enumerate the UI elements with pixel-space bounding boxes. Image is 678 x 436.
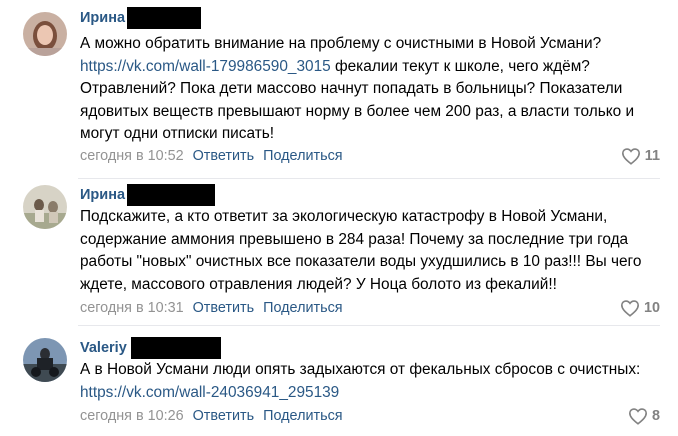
- redacted-surname: [130, 337, 221, 359]
- comment-text-part: Подскажите, а кто ответит за экологическ…: [80, 208, 646, 293]
- comment-meta: сегодня в 10:52 Ответить Поделиться: [80, 146, 343, 166]
- comment-link[interactable]: https://vk.com/wall-179986590_3015: [80, 58, 331, 75]
- like-count: 8: [651, 408, 660, 424]
- heart-outline-icon: [628, 408, 647, 425]
- like-button[interactable]: 11: [621, 146, 660, 166]
- comment-text: А в Новой Усмани люди опять задыхаются о…: [80, 359, 660, 404]
- comment-text-part: А в Новой Усмани люди опять задыхаются о…: [80, 361, 645, 378]
- avatar-irina-1[interactable]: [23, 12, 67, 56]
- reply-button[interactable]: Ответить: [193, 148, 255, 164]
- comment-text-part: А можно обратить внимание на проблему с …: [80, 35, 602, 52]
- comment-meta: сегодня в 10:26 Ответить Поделиться: [80, 406, 343, 426]
- avatar-image: [23, 338, 67, 382]
- comment-1: Ирина А можно обратить внимание на пробл…: [0, 0, 678, 178]
- comment-date[interactable]: сегодня в 10:52: [80, 148, 184, 164]
- comment-text: А можно обратить внимание на проблему с …: [80, 33, 660, 146]
- redacted-surname: [127, 184, 216, 206]
- like-button[interactable]: 10: [620, 298, 660, 318]
- like-button[interactable]: 8: [628, 406, 660, 426]
- heart-outline-icon: [621, 148, 640, 165]
- share-button[interactable]: Поделиться: [263, 408, 342, 424]
- author-name[interactable]: Ирина: [80, 185, 125, 205]
- comment-date[interactable]: сегодня в 10:26: [80, 408, 184, 424]
- comment-link[interactable]: https://vk.com/wall-24036941_295139: [80, 384, 339, 401]
- author-row: Ирина: [80, 7, 202, 29]
- author-name[interactable]: Valeriy: [80, 338, 127, 358]
- comment-2: Ирина Подскажите, а кто ответит за эколо…: [0, 179, 678, 325]
- redacted-surname: [127, 7, 202, 29]
- avatar-irina-2[interactable]: [23, 185, 67, 229]
- like-count: 11: [644, 148, 660, 164]
- share-button[interactable]: Поделиться: [263, 300, 342, 316]
- like-count: 10: [643, 300, 660, 316]
- comment-meta: сегодня в 10:31 Ответить Поделиться: [80, 298, 343, 318]
- avatar-image: [23, 185, 67, 229]
- author-row: Ирина: [80, 184, 216, 206]
- author-name[interactable]: Ирина: [80, 8, 125, 28]
- share-button[interactable]: Поделиться: [263, 148, 342, 164]
- comment-text: Подскажите, а кто ответит за экологическ…: [80, 206, 660, 296]
- reply-button[interactable]: Ответить: [193, 300, 255, 316]
- avatar-image: [23, 12, 67, 56]
- heart-outline-icon: [620, 300, 639, 317]
- comment-3: Valeriy А в Новой Усмани люди опять зады…: [0, 326, 678, 436]
- reply-button[interactable]: Ответить: [193, 408, 255, 424]
- author-row: Valeriy: [80, 337, 221, 359]
- avatar-valeriy[interactable]: [23, 338, 67, 382]
- comment-date[interactable]: сегодня в 10:31: [80, 300, 184, 316]
